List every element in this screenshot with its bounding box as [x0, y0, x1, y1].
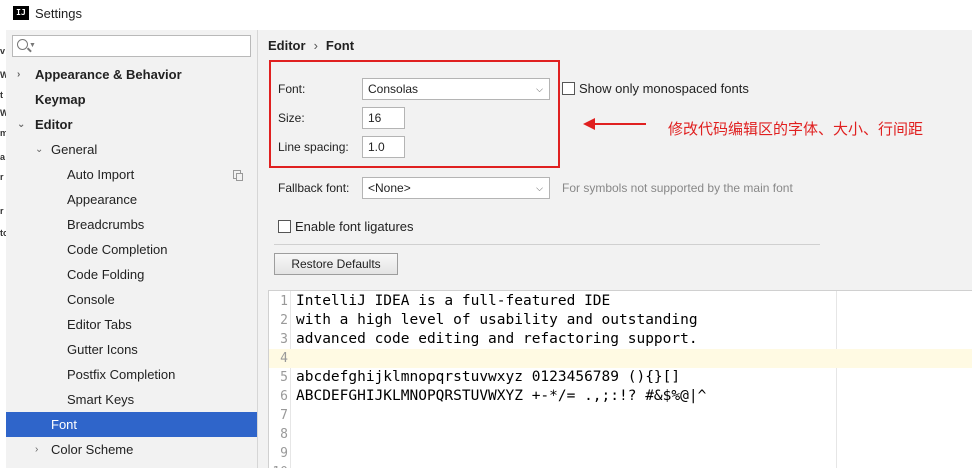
sidebar-item-label: General	[51, 142, 98, 157]
line-number: 6	[280, 389, 288, 404]
chevron-down-icon[interactable]: ⌄	[35, 137, 43, 162]
preview-code-text: IntelliJ IDEA is a full-featured IDE	[296, 293, 611, 309]
sidebar-item-label: Font	[51, 417, 78, 432]
sidebar-item-label: Postfix Completion	[67, 367, 176, 382]
line-number: 3	[280, 332, 288, 347]
line-number: 8	[280, 427, 288, 442]
line-number: 1	[280, 294, 288, 309]
font-ligatures-checkbox[interactable]: Enable font ligatures	[278, 219, 414, 234]
line-number: 5	[280, 370, 288, 385]
font-ligatures-label: Enable font ligatures	[295, 219, 414, 234]
preview-line: 2 with a high level of usability and outs…	[269, 311, 972, 330]
fallback-font-hint: For symbols not supported by the main fo…	[562, 181, 793, 195]
sidebar-item-label: Smart Keys	[67, 392, 135, 407]
sidebar-item-label: Code Folding	[67, 267, 145, 282]
sidebar-item-label: Appearance & Behavior	[35, 67, 182, 82]
sidebar-item-gutter-icons[interactable]: Gutter Icons	[6, 337, 257, 362]
sidebar-item-label: Keymap	[35, 92, 86, 107]
sidebar-item-code-completion[interactable]: Code Completion	[6, 237, 257, 262]
sidebar-item-auto-import[interactable]: Auto Import	[6, 162, 257, 187]
sidebar-item-keymap[interactable]: Keymap	[6, 87, 257, 112]
sidebar-item-general[interactable]: ⌄ General	[6, 137, 257, 162]
sidebar-item-label: Editor Tabs	[67, 317, 132, 332]
line-number: 7	[280, 408, 288, 423]
sidebar-item-label: Auto Import	[67, 167, 135, 182]
font-preview-editor[interactable]: 1 IntelliJ IDEA is a full-featured IDE 2 wi…	[268, 290, 972, 468]
sidebar-item-label: Breadcrumbs	[67, 217, 145, 232]
search-icon	[17, 39, 28, 50]
restore-defaults-button[interactable]: Restore Defaults	[274, 253, 398, 275]
sidebar-item-font[interactable]: Font	[6, 412, 257, 437]
sidebar-item-label: Editor	[35, 117, 73, 132]
sidebar-item-console[interactable]: Console	[6, 287, 257, 312]
window-title: Settings	[35, 6, 82, 21]
preview-line: 4	[269, 349, 972, 368]
sidebar-item-appearance[interactable]: Appearance	[6, 187, 257, 212]
preview-line: 8	[269, 425, 972, 444]
title-bar: IJ Settings	[0, 0, 972, 30]
sidebar-item-label: Code Completion	[67, 242, 168, 257]
chevron-down-icon[interactable]: ⌄	[17, 112, 25, 137]
preview-line: 7	[269, 406, 972, 425]
sidebar-item-postfix-completion[interactable]: Postfix Completion	[6, 362, 257, 387]
sidebar-item-label: Console	[67, 292, 115, 307]
background-window-fragment: v	[0, 46, 6, 56]
breadcrumb-parent[interactable]: Editor	[268, 38, 306, 53]
fallback-font-label: Fallback font:	[278, 181, 350, 195]
annotation-highlight-box	[269, 60, 560, 168]
sidebar-item-editor[interactable]: ⌄ Editor	[6, 112, 257, 137]
divider	[274, 244, 820, 245]
preview-code-text: with a high level of usability and outst…	[296, 312, 698, 328]
font-settings-panel: Editor › Font Font: Consolas ⌵ Show only m…	[258, 30, 972, 468]
preview-code-text: ABCDEFGHIJKLMNOPQRSTUVWXYZ +-*/= .,;:!? …	[296, 388, 707, 404]
annotation-arrow-icon	[583, 118, 646, 130]
line-number: 2	[280, 313, 288, 328]
sidebar-item-smart-keys[interactable]: Smart Keys	[6, 387, 257, 412]
breadcrumb: Editor › Font	[268, 38, 354, 53]
sidebar-item-code-folding[interactable]: Code Folding	[6, 262, 257, 287]
line-number: 10	[269, 463, 288, 468]
monospace-only-checkbox[interactable]: Show only monospaced fonts	[562, 81, 749, 96]
background-window-fragment: t	[0, 90, 3, 100]
preview-line: 5 abcdefghijklmnopqrstuvwxyz 0123456789 (…	[269, 368, 972, 387]
preview-line: 6 ABCDEFGHIJKLMNOPQRSTUVWXYZ +-*/= .,;:!?…	[269, 387, 972, 406]
background-window-fragment: r	[0, 206, 4, 216]
sidebar-item-label: Gutter Icons	[67, 342, 138, 357]
sidebar-item-color-scheme[interactable]: › Color Scheme	[6, 437, 257, 462]
checkbox-box[interactable]	[562, 82, 575, 95]
preview-line: 10	[269, 463, 972, 468]
intellij-app-icon: IJ	[13, 6, 29, 22]
line-number: 4	[280, 351, 288, 366]
monospace-only-label: Show only monospaced fonts	[579, 81, 749, 96]
background-window-fragment: r	[0, 172, 4, 182]
sidebar-item-breadcrumbs[interactable]: Breadcrumbs	[6, 212, 257, 237]
settings-sidebar: ▼ › Appearance & Behavior Keymap ⌄ Editor ⌄ Ge…	[6, 30, 258, 468]
fallback-font-select[interactable]: <None> ⌵	[362, 177, 550, 199]
annotation-note: 修改代码编辑区的字体、大小、行间距	[668, 120, 924, 138]
preview-line: 1 IntelliJ IDEA is a full-featured IDE	[269, 292, 972, 311]
chevron-down-icon: ▼	[29, 42, 36, 49]
fallback-font-value: <None>	[368, 181, 411, 195]
project-scope-icon	[233, 170, 243, 181]
chevron-right-icon[interactable]: ›	[35, 437, 38, 462]
sidebar-item-label: Color Scheme	[51, 442, 134, 457]
background-window-fragment: a	[0, 152, 6, 162]
line-number: 9	[280, 446, 288, 461]
sidebar-item-label: Appearance	[67, 192, 138, 207]
settings-search-input[interactable]: ▼	[12, 35, 251, 57]
chevron-down-icon: ⌵	[536, 183, 543, 193]
breadcrumb-current: Font	[325, 38, 355, 53]
preview-line: 9	[269, 444, 972, 463]
settings-tree: › Appearance & Behavior Keymap ⌄ Editor ⌄ Gene…	[6, 62, 257, 462]
sidebar-item-appearance-behavior[interactable]: › Appearance & Behavior	[6, 62, 257, 87]
preview-code-text: advanced code editing and refactoring su…	[296, 331, 698, 347]
preview-line: 3 advanced code editing and refactoring s…	[269, 330, 972, 349]
sidebar-item-editor-tabs[interactable]: Editor Tabs	[6, 312, 257, 337]
checkbox-box[interactable]	[278, 220, 291, 233]
preview-code-text: abcdefghijklmnopqrstuvwxyz 0123456789 ()…	[296, 369, 681, 385]
chevron-right-icon[interactable]: ›	[17, 62, 20, 87]
breadcrumb-separator: ›	[313, 38, 318, 53]
